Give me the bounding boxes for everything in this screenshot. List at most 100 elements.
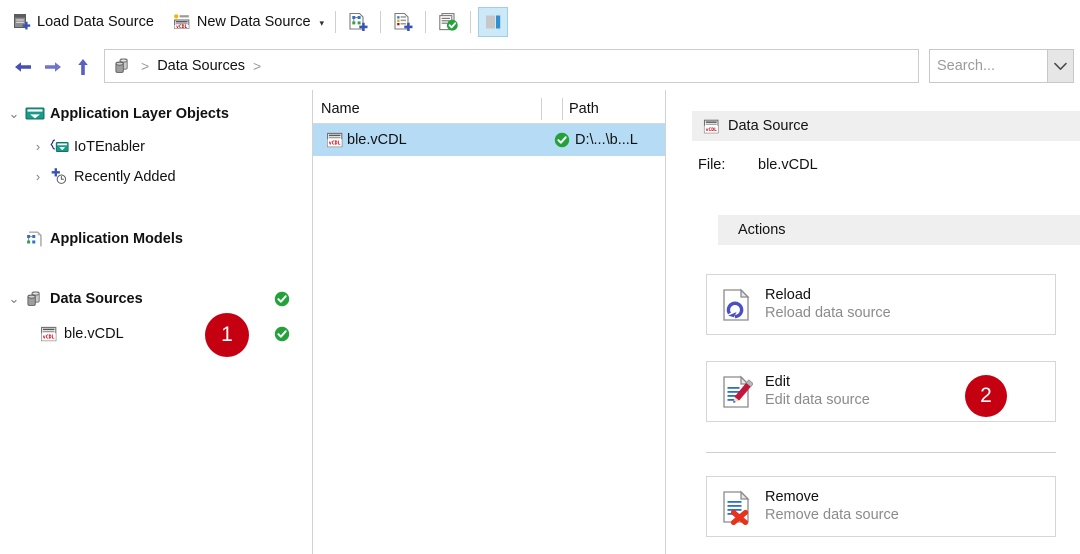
tree-item-label: IoTEnabler	[74, 138, 145, 155]
chevron-down-icon[interactable]: ⌄	[4, 291, 24, 307]
add-application-layer-object-button[interactable]	[343, 7, 373, 37]
tree-item-application-layer-objects[interactable]: ⌄ Application Layer Objects	[0, 100, 312, 127]
tree-item-recently-added[interactable]: › Recently Added	[0, 163, 312, 190]
column-header-name[interactable]: Name	[313, 101, 541, 117]
reload-action-text: Reload Reload data source	[765, 287, 891, 321]
remove-action-subtitle: Remove data source	[765, 506, 899, 523]
tree-item-iot-enabler[interactable]: › IoTEnabler	[0, 133, 312, 160]
arrow-up-icon	[78, 59, 88, 75]
step-badge-2: 2	[965, 375, 1007, 417]
list-header-row: Name Path	[313, 95, 665, 124]
row-path: D:\...\b...L	[575, 132, 638, 148]
load-data-source-button[interactable]: Load Data Source	[8, 7, 158, 37]
status-badge-ok	[274, 326, 290, 342]
data-source-list-panel: Name Path vCDL ble.vCDL D:\...\b...L	[313, 95, 665, 554]
tree-item-label: ble.vCDL	[64, 325, 124, 342]
remove-document-icon	[707, 489, 765, 525]
table-row[interactable]: vCDL ble.vCDL D:\...\b...L	[313, 124, 665, 156]
new-data-source-button[interactable]: vCDL New Data Source ▾	[168, 7, 328, 37]
toolbar-divider-2	[380, 11, 382, 33]
data-sources-icon	[24, 289, 46, 309]
iot-enabler-icon	[48, 137, 70, 157]
detail-header: vCDL Data Source	[692, 111, 1080, 141]
tree-item-application-models[interactable]: Application Models	[0, 225, 312, 252]
tree-item-label: Recently Added	[74, 168, 176, 185]
validate-icon	[437, 11, 459, 33]
edit-action-subtitle: Edit data source	[765, 391, 870, 408]
reload-action-title: Reload	[765, 287, 811, 304]
vcdl-file-icon: vCDL	[313, 130, 347, 150]
new-data-source-label: New Data Source	[196, 14, 311, 30]
tree-item-label: Application Layer Objects	[50, 105, 229, 122]
breadcrumb-item-data-sources[interactable]: Data Sources	[157, 58, 245, 74]
tree-item-ble-vcdl[interactable]: vCDL ble.vCDL	[0, 320, 312, 347]
validate-button[interactable]	[433, 7, 463, 37]
actions-section-header: Actions	[718, 215, 1080, 245]
tree-item-label: Data Sources	[50, 290, 143, 307]
data-source-manager-window: Load Data Source vCDL New Data Source ▾	[0, 0, 1080, 554]
remove-action-text: Remove Remove data source	[765, 489, 899, 523]
breadcrumb[interactable]: > Data Sources >	[104, 49, 919, 83]
column-divider-2[interactable]	[562, 98, 563, 120]
detail-file-label: File:	[698, 157, 726, 173]
svg-text:vCDL: vCDL	[329, 141, 341, 147]
tree-item-data-sources[interactable]: ⌄ Data Sources	[0, 285, 312, 312]
step-badge-1: 1	[205, 313, 249, 357]
column-header-path[interactable]: Path	[561, 101, 661, 117]
add-application-layer-object-icon	[347, 11, 369, 33]
nav-arrow-group	[8, 52, 98, 82]
edit-document-icon	[707, 374, 765, 410]
application-layer-objects-icon	[24, 105, 46, 123]
detail-file-field: File: ble.vCDL	[698, 157, 818, 173]
edit-action-title: Edit	[765, 374, 790, 391]
up-button[interactable]	[68, 52, 98, 82]
reload-document-icon	[707, 287, 765, 323]
data-sources-icon	[113, 56, 133, 76]
navigation-bar: > Data Sources > Search...	[0, 44, 1080, 90]
detail-file-value: ble.vCDL	[758, 157, 818, 173]
svg-text:vCDL: vCDL	[43, 334, 55, 340]
svg-text:vCDL: vCDL	[706, 126, 717, 132]
toolbar-divider-3	[425, 11, 427, 33]
back-button[interactable]	[8, 52, 38, 82]
remove-action-button[interactable]: Remove Remove data source	[706, 476, 1056, 537]
new-data-source-icon: vCDL	[172, 12, 192, 32]
forward-button[interactable]	[38, 52, 68, 82]
status-badge-ok	[274, 291, 290, 307]
breadcrumb-separator-1: >	[141, 58, 150, 74]
toolbar-divider-4	[470, 11, 472, 33]
vcdl-file-icon: vCDL	[702, 117, 721, 136]
object-tree-panel: ⌄ Application Layer Objects › IoTEnabler…	[0, 95, 312, 554]
row-name: ble.vCDL	[347, 132, 407, 148]
add-data-source-button[interactable]	[388, 7, 418, 37]
edit-action-text: Edit Edit data source	[765, 374, 870, 408]
chevron-down-icon[interactable]: ▾	[320, 18, 325, 28]
status-badge-ok	[554, 132, 570, 148]
breadcrumb-separator-2[interactable]: >	[251, 58, 263, 74]
toggle-detail-pane-button[interactable]	[478, 7, 509, 37]
actions-divider	[706, 452, 1056, 453]
chevron-right-icon[interactable]: ›	[28, 139, 48, 154]
actions-label: Actions	[738, 222, 786, 238]
reload-action-button[interactable]: Reload Reload data source	[706, 274, 1056, 335]
tree-item-label: Application Models	[50, 230, 183, 247]
toolbar-divider	[335, 11, 337, 33]
recently-added-icon	[48, 167, 70, 187]
column-divider-1[interactable]	[541, 98, 542, 120]
add-data-source-icon	[392, 11, 414, 33]
detail-header-title: Data Source	[728, 118, 809, 134]
arrow-right-icon	[45, 62, 61, 72]
reload-action-subtitle: Reload data source	[765, 304, 891, 321]
search-box[interactable]: Search...	[929, 49, 1074, 83]
chevron-down-icon[interactable]: ⌄	[4, 106, 24, 122]
chevron-right-icon[interactable]: ›	[28, 169, 48, 184]
chevron-down-icon	[1054, 62, 1067, 70]
vcdl-file-icon: vCDL	[38, 324, 60, 344]
search-dropdown-button[interactable]	[1047, 50, 1073, 82]
load-data-source-label: Load Data Source	[37, 14, 154, 30]
arrow-left-icon	[15, 62, 31, 72]
remove-action-title: Remove	[765, 489, 819, 506]
svg-text:vCDL: vCDL	[176, 24, 187, 30]
search-input[interactable]: Search...	[930, 58, 1047, 74]
load-data-source-icon	[12, 12, 32, 32]
